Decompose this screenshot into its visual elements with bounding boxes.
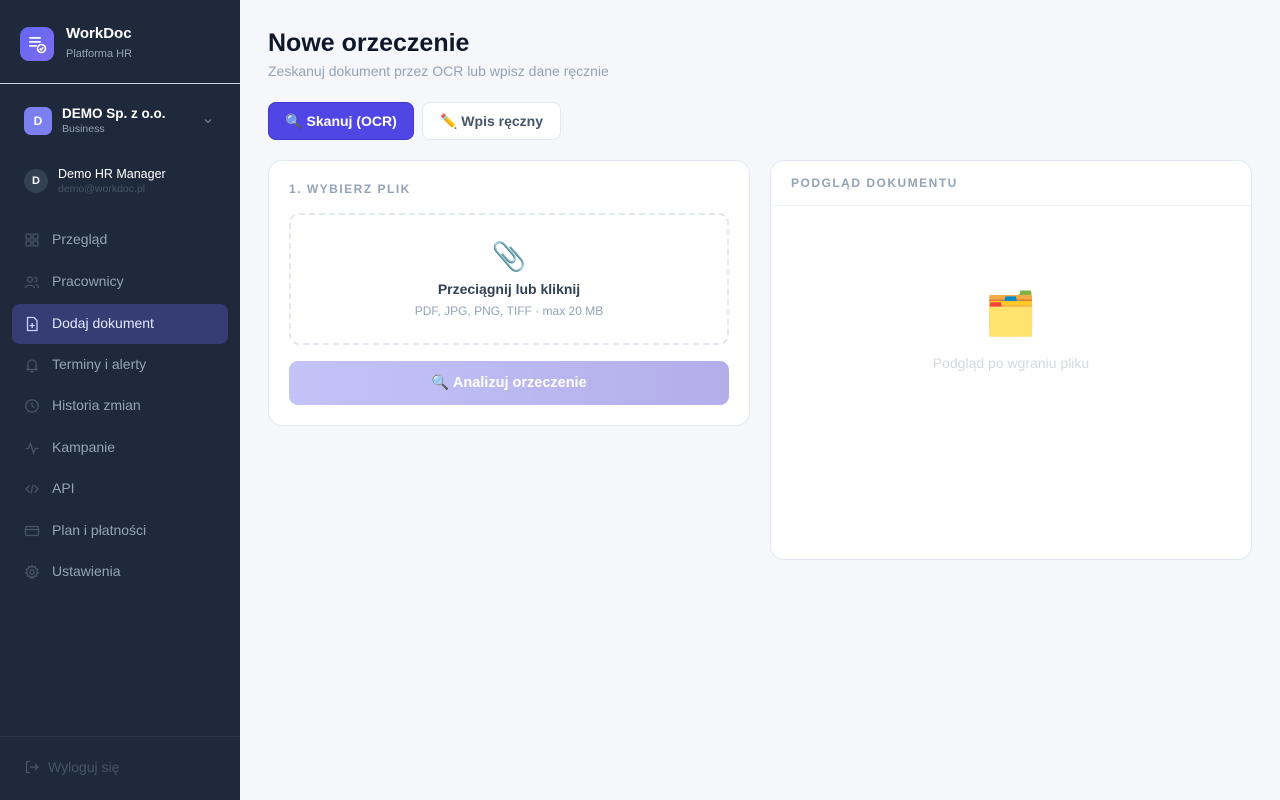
sidebar-item-plan[interactable]: Plan i płatności bbox=[12, 511, 228, 551]
sidebar-item-pracownicy[interactable]: Pracownicy bbox=[12, 262, 228, 302]
org-name: DEMO Sp. z o.o. bbox=[62, 106, 166, 121]
credit-card-icon bbox=[24, 525, 40, 537]
chevron-down-icon bbox=[204, 119, 212, 124]
brand-header: WorkDoc Platforma HR bbox=[0, 0, 240, 84]
preview-empty-text: Podgląd po wgraniu pliku bbox=[932, 355, 1090, 371]
users-icon bbox=[24, 276, 40, 289]
brand-subtitle: Platforma HR bbox=[66, 48, 133, 60]
sidebar-item-przeglad[interactable]: Przegląd bbox=[12, 220, 228, 260]
grid-icon bbox=[25, 233, 39, 247]
analyze-button[interactable]: 🔍 Analizuj orzeczenie bbox=[289, 361, 729, 405]
tab-manual-entry[interactable]: ✏️ Wpis ręczny bbox=[422, 102, 561, 140]
sidebar-item-label: API bbox=[52, 480, 75, 496]
org-avatar: D bbox=[24, 107, 52, 135]
tab-scan-ocr[interactable]: 🔍 Skanuj (OCR) bbox=[268, 102, 414, 140]
sidebar-item-label: Terminy i alerty bbox=[52, 356, 147, 372]
sidebar-item-api[interactable]: API bbox=[12, 469, 228, 509]
sidebar-item-label: Dodaj dokument bbox=[52, 315, 154, 331]
user-profile: D Demo HR Manager demo@workdoc.pl bbox=[12, 162, 228, 200]
sidebar-item-label: Przegląd bbox=[52, 231, 108, 247]
sidebar-item-historia[interactable]: Historia zmian bbox=[12, 386, 228, 426]
user-name: Demo HR Manager bbox=[58, 167, 166, 181]
upload-card: 1. WYBIERZ PLIK 📎 Przeciągnij lub klikni… bbox=[268, 160, 750, 426]
card-index-icon: 🗂️ bbox=[984, 290, 1038, 337]
dropzone-hint: PDF, JPG, PNG, TIFF · max 20 MB bbox=[414, 304, 604, 318]
page-subtitle: Zeskanuj dokument przez OCR lub wpisz da… bbox=[268, 63, 609, 79]
code-icon bbox=[25, 484, 39, 494]
paperclip-icon: 📎 bbox=[491, 241, 527, 272]
file-dropzone[interactable]: 📎 Przeciągnij lub kliknij PDF, JPG, PNG,… bbox=[289, 213, 729, 345]
sidebar-item-dodaj-dokument[interactable]: Dodaj dokument bbox=[12, 304, 228, 344]
logout-icon bbox=[25, 760, 39, 774]
sidebar-item-label: Kampanie bbox=[52, 439, 116, 455]
user-email: demo@workdoc.pl bbox=[58, 183, 146, 195]
sidebar-item-label: Pracownicy bbox=[52, 273, 124, 289]
preview-card: PODGLĄD DOKUMENTU 🗂️ Podgląd po wgraniu … bbox=[770, 160, 1252, 560]
clock-icon bbox=[25, 399, 39, 413]
file-plus-icon bbox=[26, 316, 38, 332]
activity-icon bbox=[25, 441, 39, 455]
avatar: D bbox=[24, 169, 48, 193]
section-label: 1. WYBIERZ PLIK bbox=[289, 182, 411, 196]
brand-name: WorkDoc bbox=[66, 25, 132, 42]
sidebar-item-label: Ustawienia bbox=[52, 563, 121, 579]
logout-label: Wyloguj się bbox=[48, 759, 120, 775]
logout-button[interactable]: Wyloguj się bbox=[0, 736, 240, 800]
org-switcher[interactable]: D DEMO Sp. z o.o. Business bbox=[12, 100, 228, 142]
document-check-icon bbox=[20, 27, 54, 61]
sidebar-item-kampanie[interactable]: Kampanie bbox=[12, 428, 228, 468]
sidebar-item-label: Historia zmian bbox=[52, 397, 141, 413]
page-title: Nowe orzeczenie bbox=[268, 29, 470, 57]
org-plan: Business bbox=[62, 123, 105, 135]
section-label: PODGLĄD DOKUMENTU bbox=[791, 176, 958, 190]
sidebar-item-ustawienia[interactable]: Ustawienia bbox=[12, 552, 228, 592]
dropzone-title: Przeciągnij lub kliknij bbox=[437, 281, 581, 297]
sidebar-item-label: Plan i płatności bbox=[52, 522, 147, 538]
sidebar: WorkDoc Platforma HR D DEMO Sp. z o.o. B… bbox=[0, 0, 240, 800]
bell-icon bbox=[25, 359, 39, 373]
divider bbox=[771, 205, 1251, 206]
sidebar-item-terminy[interactable]: Terminy i alerty bbox=[12, 345, 228, 385]
gear-icon bbox=[24, 564, 40, 580]
